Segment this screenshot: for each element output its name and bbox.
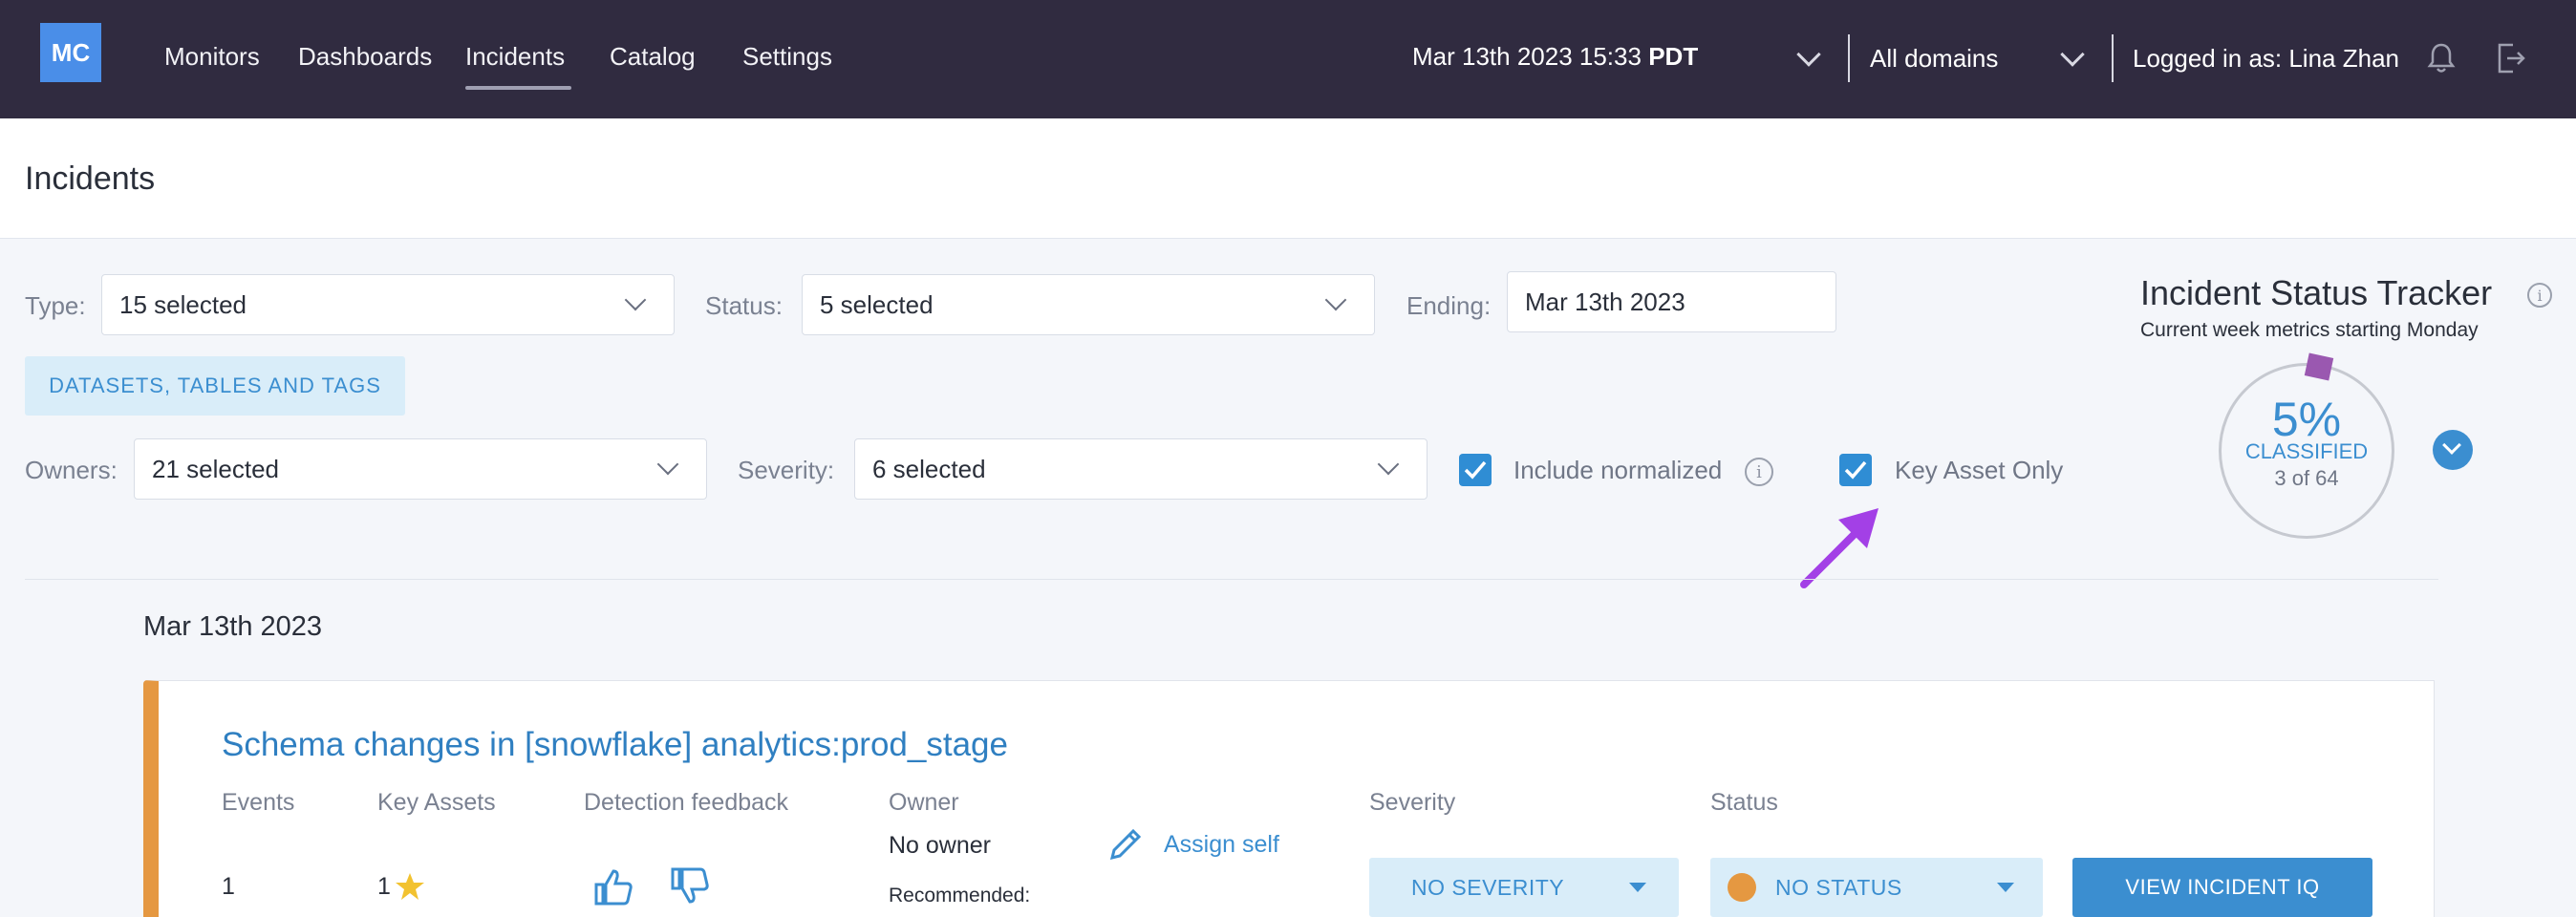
chevron-down-icon [624,288,647,311]
key-assets-count: 1 [377,873,391,900]
tracker-count: 3 of 64 [2274,466,2339,490]
thumbs-up-icon[interactable] [592,865,634,907]
logout-icon[interactable] [2496,42,2526,75]
severity-column-header: Severity [1369,789,1456,816]
nav-monitors[interactable]: Monitors [164,42,260,72]
tracker-classified-label: CLASSIFIED [2244,439,2369,463]
section-divider [25,579,2438,580]
assign-self-link[interactable]: Assign self [1164,831,1279,859]
tracker-title: Incident Status Tracker [2140,273,2493,312]
domains-selector[interactable]: All domains [1870,44,1998,74]
severity-filter-label: Severity: [738,456,835,484]
timezone-label: PDT [1648,42,1699,71]
nav-divider [2112,34,2114,82]
key-asset-only-label: Key Asset Only [1895,456,2064,484]
nav-incidents[interactable]: Incidents [465,42,565,72]
pencil-icon[interactable] [1106,825,1145,864]
recommended-label: Recommended: [889,885,1031,906]
status-dropdown[interactable]: NO STATUS [1710,858,2043,917]
ending-date-value: Mar 13th 2023 [1525,287,1685,316]
include-normalized-label: Include normalized [1513,456,1723,484]
status-dropdown-value: NO STATUS [1775,874,1902,900]
key-asset-only-checkbox[interactable] [1839,454,1872,486]
logged-in-user: Logged in as: Lina Zhan [2133,44,2399,73]
thumbs-down-icon[interactable] [669,865,711,907]
date-time-value: Mar 13th 2023 15:33 [1412,42,1642,71]
ending-filter-label: Ending: [1406,291,1492,320]
status-filter-select[interactable]: 5 selected [802,274,1375,335]
domains-chevron-down-icon[interactable] [2060,42,2085,67]
type-filter-label: Type: [25,291,86,320]
checkmark-icon [1464,460,1487,480]
severity-filter-select[interactable]: 6 selected [854,438,1428,500]
chevron-down-icon [656,453,679,476]
status-column-header: Status [1710,789,1778,816]
incident-title-link[interactable]: Schema changes in [snowflake] analytics:… [222,726,1008,764]
owner-column-header: Owner [889,789,959,816]
owners-filter-select[interactable]: 21 selected [134,438,707,500]
status-filter-label: Status: [705,291,783,320]
severity-filter-value: 6 selected [872,454,986,483]
detection-feedback-column-header: Detection feedback [584,789,789,816]
chevron-down-icon [1377,453,1400,476]
owners-filter-label: Owners: [25,456,118,484]
info-icon[interactable]: i [1745,458,1773,486]
star-icon [396,873,424,900]
date-chevron-down-icon[interactable] [1796,42,1821,67]
nav-divider [1848,34,1850,82]
annotation-arrow-icon [1800,508,1878,588]
app-logo[interactable]: MC [40,23,101,82]
owner-value: No owner [889,832,991,859]
bell-icon[interactable] [2427,42,2456,75]
active-nav-indicator [465,86,571,90]
events-count: 1 [222,873,235,900]
datasets-tables-tags-button[interactable]: DATASETS, TABLES AND TAGS [25,356,405,416]
caret-down-icon [1629,883,1646,892]
type-filter-select[interactable]: 15 selected [101,274,675,335]
chevron-down-icon [2442,436,2461,455]
date-time-selector[interactable]: Mar 13th 2023 15:33 PDT [1412,42,1698,72]
top-navigation-bar: MC Monitors Dashboards Incidents Catalog… [0,0,2576,118]
nav-dashboards[interactable]: Dashboards [298,42,432,72]
key-assets-column-header: Key Assets [377,789,496,816]
owners-filter-value: 21 selected [152,454,279,483]
type-filter-value: 15 selected [119,289,247,319]
status-filter-value: 5 selected [820,289,934,319]
view-incident-iq-button[interactable]: VIEW INCIDENT IQ [2072,858,2372,917]
nav-settings[interactable]: Settings [742,42,832,72]
include-normalized-checkbox[interactable] [1459,454,1492,486]
caret-down-icon [1997,883,2014,892]
nav-catalog[interactable]: Catalog [610,42,696,72]
tracker-progress-marker [2304,352,2334,381]
checkmark-icon [1844,460,1867,480]
tracker-info-icon[interactable]: i [2527,283,2552,308]
incident-date-heading: Mar 13th 2023 [143,611,323,642]
page-title: Incidents [25,160,156,197]
page-header: Incidents [0,118,2576,239]
severity-dropdown[interactable]: NO SEVERITY [1369,858,1679,917]
tracker-expand-button[interactable] [2433,430,2473,470]
chevron-down-icon [1324,288,1347,311]
tracker-subtitle: Current week metrics starting Monday [2140,319,2479,341]
ending-date-input[interactable]: Mar 13th 2023 [1507,271,1836,332]
events-column-header: Events [222,789,295,816]
status-dot-icon [1728,873,1756,902]
severity-dropdown-value: NO SEVERITY [1411,874,1565,900]
